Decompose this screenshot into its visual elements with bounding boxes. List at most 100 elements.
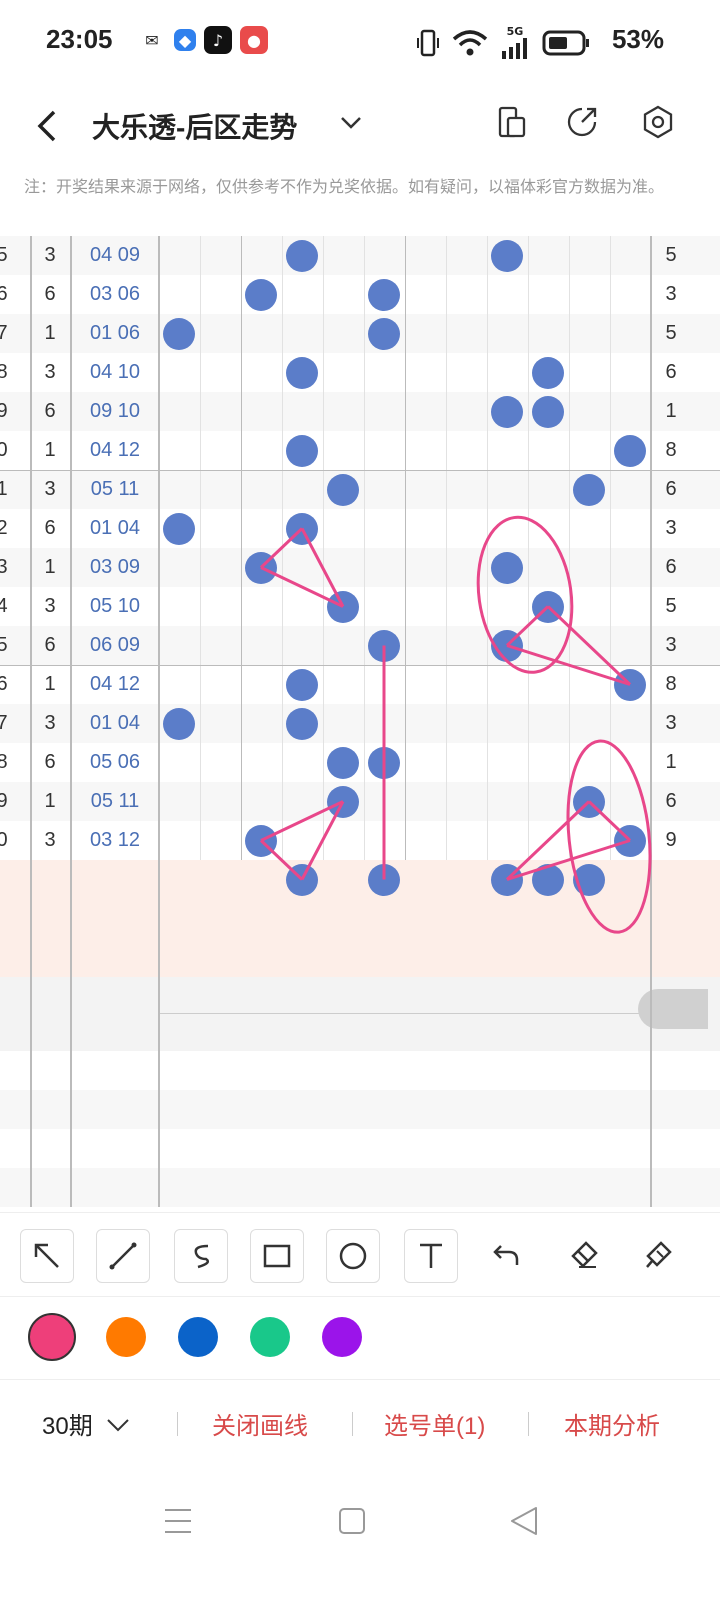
miss-count-cell <box>610 392 651 431</box>
eraser-tool-button[interactable] <box>558 1229 610 1281</box>
page-title[interactable]: 大乐透-后区走势 <box>92 106 297 146</box>
number-ball <box>327 785 359 818</box>
pick-list-button[interactable]: 选号单(1) <box>384 1406 485 1441</box>
picked-ball[interactable] <box>487 860 528 899</box>
miss-count-cell <box>323 704 364 743</box>
color-swatch[interactable] <box>250 1317 290 1357</box>
pick-number[interactable] <box>282 899 323 938</box>
settings-icon[interactable] <box>640 104 676 140</box>
picked-ball[interactable] <box>282 860 323 899</box>
number-ball <box>163 707 195 740</box>
home-icon[interactable] <box>338 1506 366 1536</box>
layout-icon[interactable] <box>494 104 530 140</box>
pick-number[interactable] <box>610 860 651 899</box>
pick-number[interactable] <box>610 938 651 977</box>
pick-number[interactable] <box>446 899 487 938</box>
miss-count-cell <box>364 821 405 860</box>
pick-number[interactable] <box>323 938 364 977</box>
share-icon[interactable] <box>564 104 600 140</box>
picked-ball[interactable] <box>364 860 405 899</box>
miss-count-cell <box>200 275 241 314</box>
pick-number[interactable] <box>159 938 200 977</box>
color-swatch[interactable] <box>28 1313 76 1361</box>
miss-count-cell <box>364 236 405 275</box>
miss-count-cell <box>610 236 651 275</box>
pick-number[interactable] <box>364 899 405 938</box>
back-button[interactable] <box>32 106 60 156</box>
back-numbers-cell: 01 06 <box>89 322 141 344</box>
circle-tool-button[interactable] <box>326 1229 380 1283</box>
color-swatch[interactable] <box>322 1317 362 1357</box>
stat-back <box>100 1168 130 1207</box>
picked-ball[interactable] <box>569 860 610 899</box>
pick-number[interactable] <box>405 899 446 938</box>
pick-number[interactable] <box>200 938 241 977</box>
expand-button[interactable] <box>638 989 708 1029</box>
text-tool-button[interactable] <box>404 1229 458 1283</box>
picked-ball[interactable] <box>528 860 569 899</box>
drawing-toolbar <box>0 1212 720 1297</box>
pick-number[interactable] <box>159 860 200 899</box>
close-drawing-button[interactable]: 关闭画线 <box>212 1406 308 1441</box>
menu-icon[interactable] <box>164 1506 192 1536</box>
miss-count-cell <box>405 743 446 782</box>
stat-weekday <box>35 1168 65 1207</box>
miss-count-cell <box>405 704 446 743</box>
stat-value <box>241 1129 282 1168</box>
period-cell: 1 <box>0 478 8 500</box>
color-swatch[interactable] <box>178 1317 218 1357</box>
pick-number[interactable] <box>323 899 364 938</box>
miss-count-cell <box>159 548 200 587</box>
stat-end <box>656 1090 686 1129</box>
pick-number[interactable] <box>610 899 651 938</box>
miss-count-cell <box>610 704 651 743</box>
miss-count-cell <box>446 275 487 314</box>
pick-number[interactable] <box>405 938 446 977</box>
stat-value <box>569 1090 610 1129</box>
number-ball <box>368 863 400 896</box>
span-cell: 3 <box>665 517 677 539</box>
miss-count-cell <box>569 314 610 353</box>
undo-tool-button[interactable] <box>480 1229 532 1281</box>
arrow-tool-button[interactable] <box>20 1229 74 1283</box>
hit-ball <box>282 431 323 470</box>
clear-tool-button[interactable] <box>632 1229 684 1281</box>
miss-count-cell <box>528 470 569 509</box>
pick-number[interactable] <box>446 860 487 899</box>
pick-number[interactable] <box>323 860 364 899</box>
pick-number[interactable] <box>446 938 487 977</box>
pick-number[interactable] <box>528 899 569 938</box>
pick-number[interactable] <box>200 899 241 938</box>
line-tool-button[interactable] <box>96 1229 150 1283</box>
pick-number[interactable] <box>200 860 241 899</box>
color-swatch[interactable] <box>106 1317 146 1357</box>
analysis-button[interactable]: 本期分析 <box>564 1406 660 1441</box>
pick-number[interactable] <box>569 938 610 977</box>
pick-number[interactable] <box>364 938 405 977</box>
pick-number[interactable] <box>241 860 282 899</box>
hit-ball <box>569 782 610 821</box>
pick-number[interactable] <box>528 938 569 977</box>
back-nav-icon[interactable] <box>510 1506 538 1536</box>
pick-number[interactable] <box>487 899 528 938</box>
span-cell: 6 <box>665 790 677 812</box>
pick-number[interactable] <box>159 899 200 938</box>
pick-number[interactable] <box>487 938 528 977</box>
pick-number[interactable] <box>241 938 282 977</box>
period-selector[interactable]: 30期 <box>42 1406 131 1441</box>
miss-count-cell <box>487 665 528 704</box>
title-dropdown[interactable] <box>338 110 364 142</box>
span-cell: 5 <box>665 244 677 266</box>
rectangle-tool-button[interactable] <box>250 1229 304 1283</box>
hit-ball <box>610 431 651 470</box>
pick-number[interactable] <box>241 899 282 938</box>
pick-number[interactable] <box>282 938 323 977</box>
miss-count-cell <box>364 392 405 431</box>
stat-value <box>364 1129 405 1168</box>
curve-tool-icon <box>194 1244 209 1269</box>
pick-number[interactable] <box>569 899 610 938</box>
hit-ball <box>282 353 323 392</box>
curve-tool-button[interactable] <box>174 1229 228 1283</box>
battery-percent: 53% <box>611 24 664 54</box>
pick-number[interactable] <box>405 860 446 899</box>
